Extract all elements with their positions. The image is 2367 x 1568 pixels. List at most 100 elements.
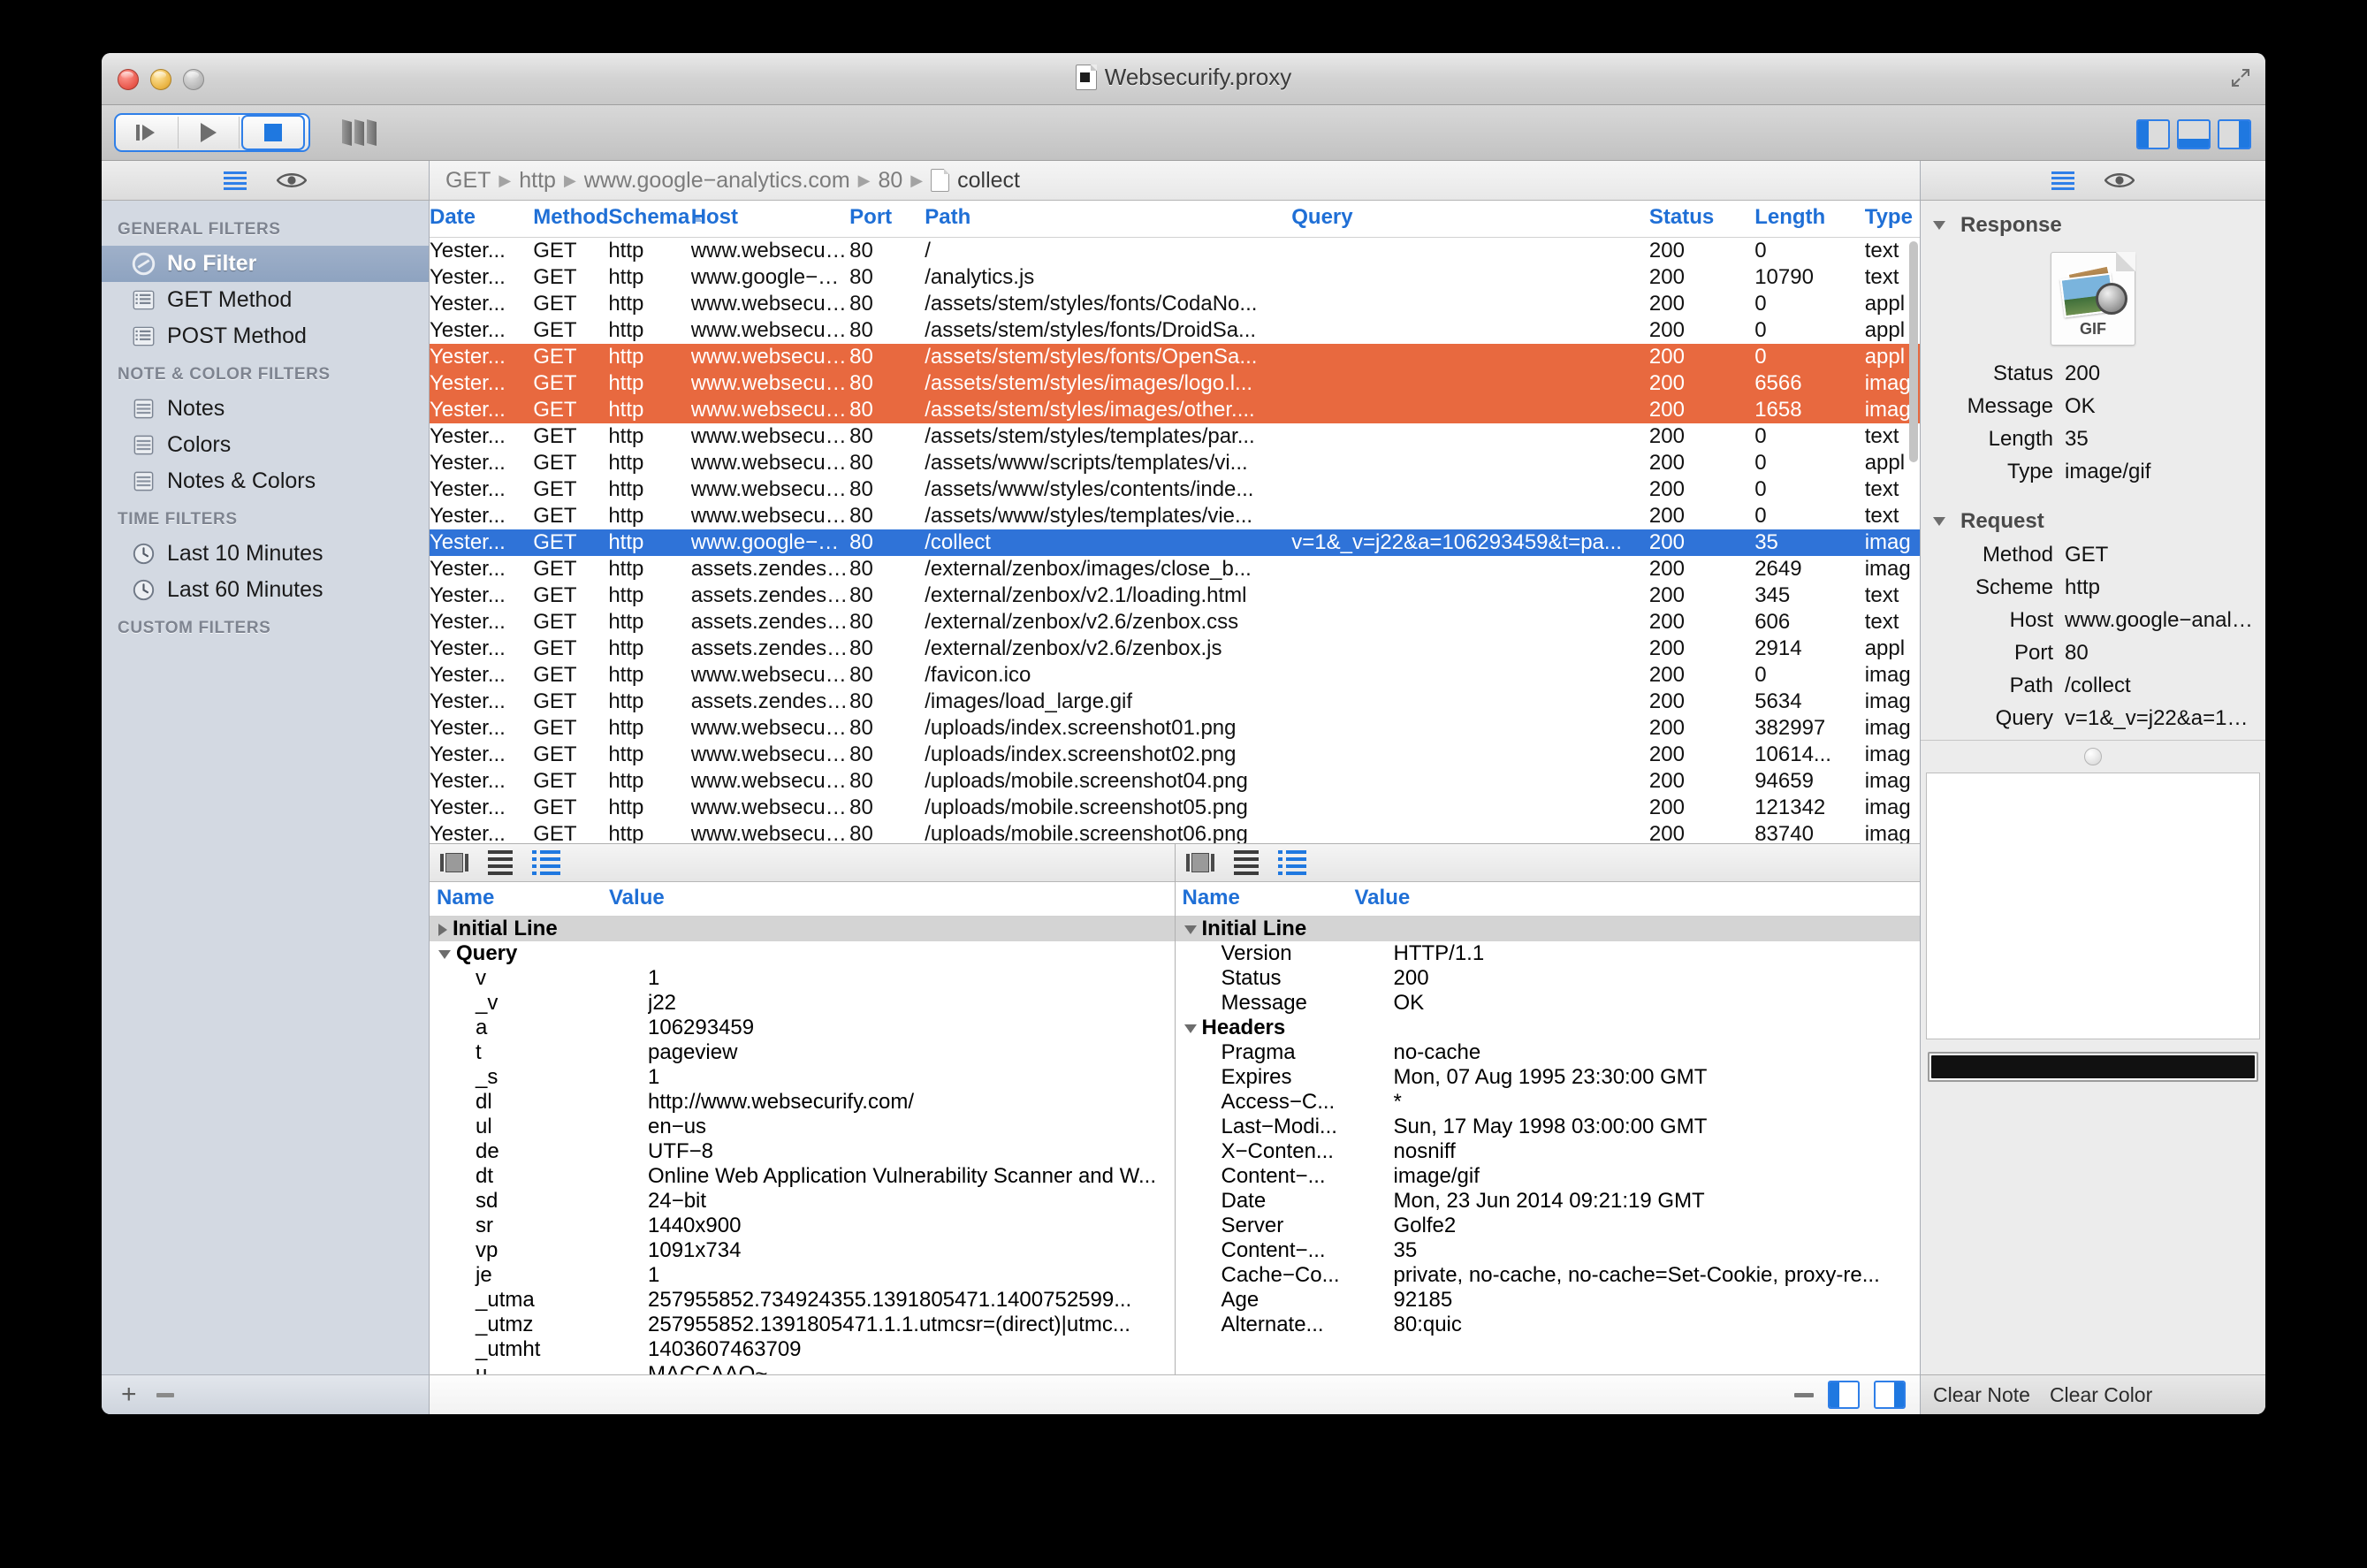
columns-view-button[interactable]: [342, 119, 377, 146]
detail-row[interactable]: Date Mon, 23 Jun 2014 09:21:19 GMT: [1176, 1189, 1921, 1214]
detail-row[interactable]: sr 1440x900: [430, 1214, 1175, 1238]
stop-button[interactable]: [241, 115, 305, 150]
detail-row[interactable]: je 1: [430, 1263, 1175, 1288]
table-row[interactable]: Yester... GET http www.websecuri... 80/favic…: [430, 662, 1920, 689]
detail-row[interactable]: Expires Mon, 07 Aug 1995 23:30:00 GMT: [1176, 1065, 1921, 1090]
table-row[interactable]: Yester... GET http www.google−an... 80/analy…: [430, 264, 1920, 291]
toggle-left-panel-button[interactable]: [2136, 119, 2170, 149]
column-header-path[interactable]: Path: [925, 201, 1292, 238]
detail-row[interactable]: sd 24−bit: [430, 1189, 1175, 1214]
table-row[interactable]: Yester... GET http assets.zendesk.... 80/ext…: [430, 556, 1920, 582]
table-row[interactable]: Yester... GET http www.websecuri... 80/asset…: [430, 476, 1920, 503]
column-header-method[interactable]: Method: [533, 201, 609, 238]
response-value-column-header[interactable]: Value: [1355, 886, 1411, 910]
column-header-date[interactable]: Date: [430, 201, 534, 238]
tree-view-icon[interactable]: [1277, 850, 1306, 875]
sidebar-item-colors[interactable]: Colors: [102, 427, 429, 463]
table-row[interactable]: Yester... GET http assets.zendesk.... 80/ext…: [430, 636, 1920, 662]
resize-icon[interactable]: [2230, 67, 2251, 88]
column-header-status[interactable]: Status: [1648, 201, 1755, 238]
play-button[interactable]: [179, 117, 240, 148]
request-name-column-header[interactable]: Name: [430, 886, 609, 910]
table-row[interactable]: Yester... GET http www.websecuri... 80/asset…: [430, 450, 1920, 476]
column-header-type[interactable]: Type: [1864, 201, 1920, 238]
list-view-icon[interactable]: [2051, 171, 2074, 190]
table-row[interactable]: Yester... GET http assets.zendesk.... 80/ima…: [430, 689, 1920, 715]
table-row[interactable]: Yester... GET http www.websecuri... 80/uploa…: [430, 795, 1920, 821]
column-header-host[interactable]: Host: [690, 201, 850, 238]
response-name-column-header[interactable]: Name: [1176, 886, 1355, 910]
detail-row[interactable]: dt Online Web Application Vulnerability S…: [430, 1164, 1175, 1189]
flat-view-icon[interactable]: [1233, 850, 1259, 875]
flat-view-icon[interactable]: [488, 850, 513, 875]
column-header-length[interactable]: Length: [1754, 201, 1865, 238]
detail-row[interactable]: Access−C... *: [1176, 1090, 1921, 1115]
column-header-port[interactable]: Port: [849, 201, 925, 238]
column-header-query[interactable]: Query: [1291, 201, 1649, 238]
sidebar-item-no-filter[interactable]: No Filter: [102, 246, 429, 282]
tree-view-icon[interactable]: [532, 850, 560, 875]
request-value-column-header[interactable]: Value: [609, 886, 665, 910]
detail-row[interactable]: de UTF−8: [430, 1139, 1175, 1164]
detail-row[interactable]: vp 1091x734: [430, 1238, 1175, 1263]
table-row[interactable]: Yester... GET http www.websecuri... 80/asset…: [430, 423, 1920, 450]
detail-row[interactable]: Content−... image/gif: [1176, 1164, 1921, 1189]
detail-row[interactable]: a 106293459: [430, 1016, 1175, 1040]
chevron-down-icon[interactable]: [1184, 925, 1197, 934]
detail-row[interactable]: Headers: [1176, 1016, 1921, 1040]
chevron-right-icon[interactable]: [438, 923, 447, 936]
table-row[interactable]: Yester... GET http www.websecuri... 80/asset…: [430, 344, 1920, 370]
breadcrumb-part[interactable]: http: [519, 168, 556, 194]
sidebar-item-get-method[interactable]: GET Method: [102, 282, 429, 318]
detail-row[interactable]: _v j22: [430, 991, 1175, 1016]
table-row[interactable]: Yester... GET http www.websecuri... 80/uploa…: [430, 742, 1920, 768]
collapse-panel-button[interactable]: [1794, 1392, 1814, 1397]
detail-row[interactable]: Initial Line: [1175, 917, 1920, 941]
detail-row[interactable]: Server Golfe2: [1176, 1214, 1921, 1238]
request-section-header[interactable]: Request: [1921, 497, 2265, 543]
chevron-down-icon[interactable]: [1184, 1024, 1197, 1033]
step-button[interactable]: [118, 117, 179, 148]
toggle-right-panel-button[interactable]: [2218, 119, 2251, 149]
table-row[interactable]: Yester... GET http www.websecuri... 80/uploa…: [430, 715, 1920, 742]
detail-row[interactable]: Content−... 35: [1176, 1238, 1921, 1263]
detail-row[interactable]: Last−Modi... Sun, 17 May 1998 03:00:00 GM…: [1176, 1115, 1921, 1139]
toggle-request-pane-button[interactable]: [1828, 1381, 1860, 1409]
breadcrumb-part[interactable]: GET: [445, 168, 491, 194]
table-row[interactable]: Yester... GET http www.websecuri... 80/uploa…: [430, 768, 1920, 795]
table-row[interactable]: Yester... GET http www.websecuri... 80/asset…: [430, 503, 1920, 529]
detail-row[interactable]: _utma 257955852.734924355.1391805471.1400…: [430, 1288, 1175, 1313]
remove-filter-button[interactable]: [156, 1392, 174, 1397]
breadcrumb-part[interactable]: www.google−analytics.com: [584, 168, 850, 194]
detail-row[interactable]: _utmz 257955852.1391805471.1.1.utmcsr=(di…: [430, 1313, 1175, 1337]
response-section-header[interactable]: Response: [1921, 201, 2265, 247]
toggle-bottom-panel-button[interactable]: [2177, 119, 2211, 149]
detail-row[interactable]: Pragma no-cache: [1176, 1040, 1921, 1065]
list-view-icon[interactable]: [224, 171, 247, 190]
detail-row[interactable]: dl http://www.websecurify.com/: [430, 1090, 1175, 1115]
detail-row[interactable]: Version HTTP/1.1: [1176, 941, 1921, 966]
note-editor[interactable]: [1926, 773, 2260, 1039]
raw-view-icon[interactable]: [440, 853, 468, 872]
detail-row[interactable]: v1: [430, 966, 1175, 991]
eye-icon[interactable]: [2104, 171, 2135, 189]
toggle-response-pane-button[interactable]: [1874, 1381, 1906, 1409]
detail-row[interactable]: Alternate... 80:quic: [1176, 1313, 1921, 1337]
color-bar[interactable]: [1928, 1052, 2258, 1082]
table-scrollbar[interactable]: [1909, 241, 1918, 462]
table-row[interactable]: Yester... GET http www.websecuri... 80/asset…: [430, 370, 1920, 397]
sidebar-item-post-method[interactable]: POST Method: [102, 318, 429, 354]
detail-row[interactable]: Initial Line: [430, 917, 1175, 941]
table-row[interactable]: Yester... GET http www.websecuri... 80/asset…: [430, 317, 1920, 344]
table-row[interactable]: Yester... GET http www.websecuri... 80/200 0 t…: [430, 238, 1920, 265]
clear-note-button[interactable]: Clear Note: [1933, 1383, 2030, 1407]
breadcrumb-part[interactable]: 80: [878, 168, 902, 194]
inspector-splitter[interactable]: [1921, 740, 2265, 773]
detail-row[interactable]: X−Conten... nosniff: [1176, 1139, 1921, 1164]
sidebar-item-last-60-minutes[interactable]: Last 60 Minutes: [102, 572, 429, 608]
raw-view-icon[interactable]: [1185, 853, 1214, 872]
detail-row[interactable]: _utmht 1403607463709: [430, 1337, 1175, 1362]
clear-color-button[interactable]: Clear Color: [2050, 1383, 2152, 1407]
eye-icon[interactable]: [277, 171, 307, 189]
table-row[interactable]: Yester... GET http www.google−an... 80/colle…: [430, 529, 1920, 556]
